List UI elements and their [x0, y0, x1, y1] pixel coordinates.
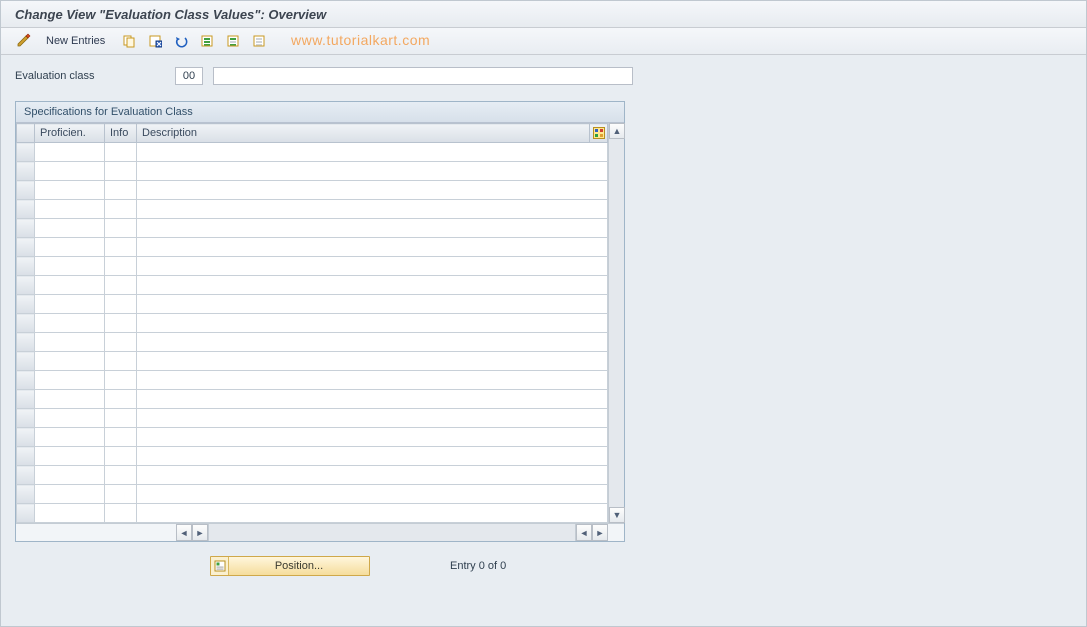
scroll-right-near-icon[interactable]: ►	[192, 524, 208, 541]
scroll-left-icon[interactable]: ◄	[176, 524, 192, 541]
table-row[interactable]	[17, 333, 608, 352]
configure-columns-button[interactable]	[590, 124, 608, 143]
table-row[interactable]	[17, 409, 608, 428]
select-all-icon[interactable]	[196, 31, 218, 51]
toolbar: New Entries	[1, 28, 1086, 55]
scroll-down-icon[interactable]: ▼	[609, 507, 625, 523]
table-row[interactable]	[17, 238, 608, 257]
table-row[interactable]	[17, 276, 608, 295]
column-info[interactable]: Info	[105, 124, 137, 143]
table-row[interactable]	[17, 504, 608, 523]
footer-bar: Position... Entry 0 of 0	[15, 556, 1072, 576]
delete-icon[interactable]	[144, 31, 166, 51]
table-row[interactable]	[17, 485, 608, 504]
table-row[interactable]	[17, 143, 608, 162]
table-row[interactable]	[17, 219, 608, 238]
column-proficiency[interactable]: Proficien.	[35, 124, 105, 143]
table-row[interactable]	[17, 295, 608, 314]
table-row[interactable]	[17, 371, 608, 390]
specifications-table: Proficien. Info Description	[16, 123, 608, 523]
undo-icon[interactable]	[170, 31, 192, 51]
position-button[interactable]: Position...	[210, 556, 370, 576]
table-row[interactable]	[17, 466, 608, 485]
table-row[interactable]	[17, 390, 608, 409]
table-row[interactable]	[17, 428, 608, 447]
table-row[interactable]	[17, 314, 608, 333]
specifications-panel: Specifications for Evaluation Class Prof…	[15, 101, 625, 542]
table-row[interactable]	[17, 352, 608, 371]
table-row[interactable]	[17, 181, 608, 200]
scroll-left-far-icon[interactable]: ◄	[576, 524, 592, 541]
table-row[interactable]	[17, 200, 608, 219]
select-block-icon[interactable]	[222, 31, 244, 51]
page-title: Change View "Evaluation Class Values": O…	[1, 1, 1086, 28]
panel-title: Specifications for Evaluation Class	[16, 102, 624, 123]
content-area: Evaluation class Specifications for Eval…	[1, 55, 1086, 586]
scroll-right-icon[interactable]: ►	[592, 524, 608, 541]
position-icon	[211, 557, 229, 575]
scroll-up-icon[interactable]: ▲	[609, 123, 625, 139]
watermark-text: www.tutorialkart.com	[291, 32, 430, 48]
evaluation-class-row: Evaluation class	[15, 67, 1072, 85]
new-entries-button[interactable]: New Entries	[39, 32, 112, 50]
column-description[interactable]: Description	[137, 124, 590, 143]
row-selector-header[interactable]	[17, 124, 35, 143]
vertical-scrollbar[interactable]: ▲ ▼	[608, 123, 624, 523]
copy-icon[interactable]	[118, 31, 140, 51]
table-row[interactable]	[17, 257, 608, 276]
horizontal-scrollbar[interactable]: ◄ ► ◄ ►	[16, 523, 624, 541]
evaluation-class-value[interactable]	[175, 67, 203, 85]
position-label: Position...	[229, 560, 369, 572]
table-row[interactable]	[17, 447, 608, 466]
table-row[interactable]	[17, 162, 608, 181]
entry-counter: Entry 0 of 0	[450, 560, 506, 572]
evaluation-class-label: Evaluation class	[15, 70, 165, 82]
deselect-all-icon[interactable]	[248, 31, 270, 51]
edit-icon[interactable]	[13, 31, 35, 51]
evaluation-class-desc[interactable]	[213, 67, 633, 85]
